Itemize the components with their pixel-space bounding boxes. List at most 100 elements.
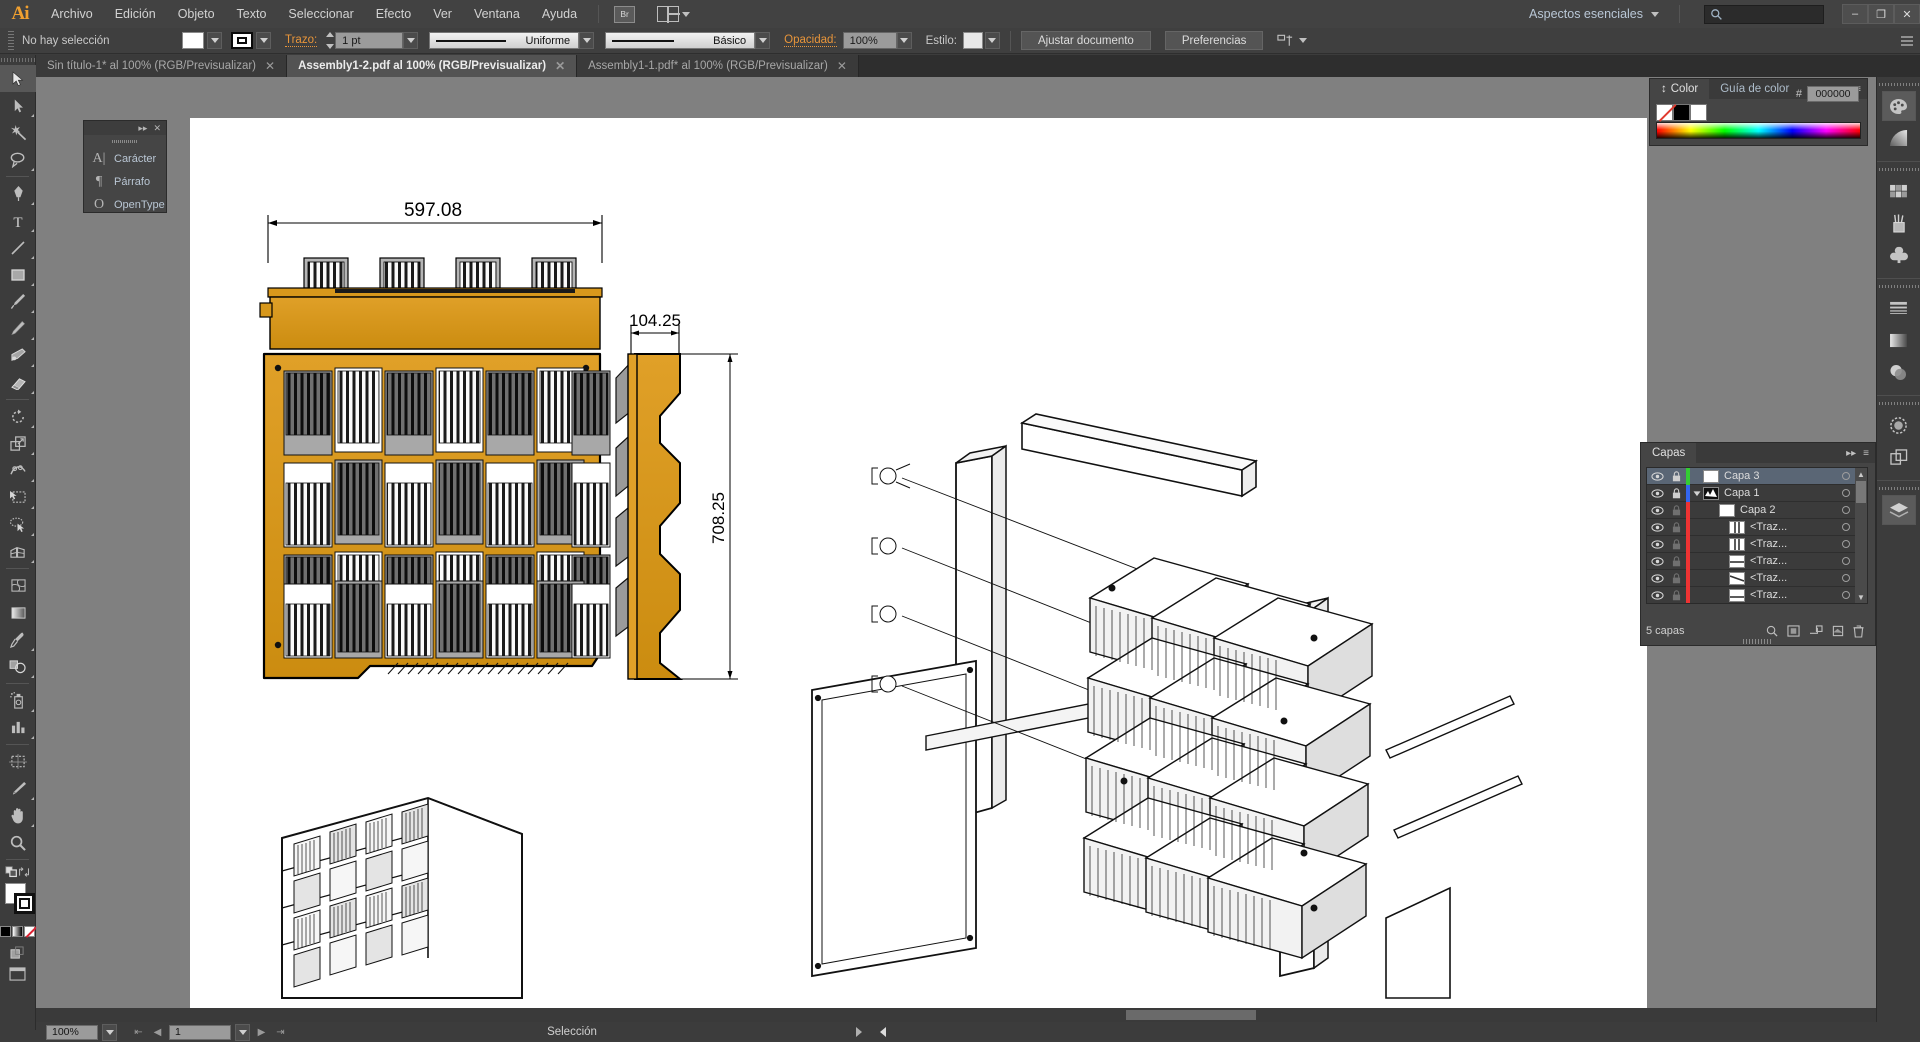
- document-setup-control[interactable]: [1277, 34, 1308, 48]
- document-tab-2[interactable]: Assembly1-1.pdf* al 100% (RGB/Previsuali…: [577, 55, 859, 77]
- canvas-horizontal-scrollbar[interactable]: [36, 1008, 1906, 1022]
- scroll-up-icon[interactable]: ▲: [1855, 468, 1867, 480]
- panel-resize-grip[interactable]: [1743, 639, 1773, 644]
- lock-toggle[interactable]: [1667, 504, 1686, 516]
- fit-document-button[interactable]: Ajustar documento: [1020, 31, 1151, 50]
- dock-grip[interactable]: [1877, 283, 1920, 290]
- lock-toggle[interactable]: [1667, 521, 1686, 533]
- lock-toggle[interactable]: [1667, 487, 1686, 499]
- layer-row-path-2[interactable]: <Traz...: [1647, 552, 1867, 570]
- visibility-toggle[interactable]: [1647, 590, 1667, 600]
- panel-item-parrafo[interactable]: ¶ Párrafo: [84, 170, 166, 193]
- status-menu-icon[interactable]: [856, 1027, 862, 1037]
- prev-page-icon[interactable]: ◀: [150, 1027, 165, 1038]
- color-guide-icon-button[interactable]: [1882, 123, 1916, 153]
- dock-grip[interactable]: [1877, 485, 1920, 492]
- delete-selection-icon[interactable]: [1853, 624, 1864, 638]
- zoom-level-input[interactable]: 100%: [46, 1024, 98, 1040]
- lock-toggle[interactable]: [1667, 470, 1686, 482]
- menu-ayuda[interactable]: Ayuda: [531, 0, 588, 28]
- type-tool[interactable]: T: [0, 207, 36, 234]
- drawing-modes[interactable]: [0, 940, 35, 960]
- lock-toggle[interactable]: [1667, 555, 1686, 567]
- width-profile-dropdown[interactable]: [579, 32, 595, 49]
- graphic-style-swatch[interactable]: [962, 32, 983, 49]
- layers-list[interactable]: Capa 3 Capa 1 Capa 2 <Traz... <Traz... <…: [1646, 467, 1868, 604]
- rotate-tool[interactable]: [0, 403, 36, 430]
- scrollbar-thumb[interactable]: [1856, 481, 1866, 503]
- symbol-sprayer-tool[interactable]: [0, 687, 36, 714]
- column-graph-tool[interactable]: [0, 714, 36, 741]
- layer-name[interactable]: <Traz...: [1750, 521, 1833, 533]
- collapse-icon[interactable]: ▸▸: [1846, 448, 1856, 459]
- appearance-icon-button[interactable]: [1882, 410, 1916, 440]
- create-new-layer-icon[interactable]: [1832, 625, 1844, 637]
- visibility-toggle[interactable]: [1647, 573, 1667, 583]
- rectangle-tool[interactable]: [0, 261, 36, 288]
- graphic-style-dropdown[interactable]: [984, 32, 1000, 49]
- scale-tool[interactable]: [0, 430, 36, 457]
- visibility-toggle[interactable]: [1647, 505, 1667, 515]
- layer-row-capa2[interactable]: Capa 2: [1647, 501, 1867, 519]
- status-display-label[interactable]: Selección: [292, 1026, 852, 1038]
- pencil-tool[interactable]: [0, 315, 36, 342]
- create-new-sublayer-icon[interactable]: [1809, 625, 1823, 637]
- screen-mode-button[interactable]: [0, 960, 35, 981]
- dock-grip[interactable]: [1877, 81, 1920, 88]
- layer-row-path-1[interactable]: <Traz...: [1647, 535, 1867, 553]
- search-input[interactable]: [1704, 4, 1824, 24]
- lock-toggle[interactable]: [1667, 538, 1686, 550]
- color-panel[interactable]: ↕ Color Guía de color ▸▸ ≡ # 000000: [1649, 78, 1868, 146]
- blob-brush-tool[interactable]: [0, 342, 36, 369]
- scrollbar-thumb[interactable]: [1126, 1010, 1256, 1020]
- close-button[interactable]: ✕: [1894, 4, 1920, 24]
- opacity-control[interactable]: 100%: [842, 32, 912, 49]
- bridge-icon[interactable]: Br: [614, 5, 636, 23]
- panel-item-caracter[interactable]: A| Carácter: [84, 147, 166, 170]
- none-button[interactable]: [24, 926, 35, 937]
- menu-efecto[interactable]: Efecto: [365, 0, 422, 28]
- variable-width-profile[interactable]: Uniforme: [429, 32, 595, 49]
- stroke-weight-dropdown[interactable]: [403, 32, 419, 49]
- dock-grip[interactable]: [1877, 166, 1920, 173]
- tab-guia-de-color[interactable]: Guía de color: [1709, 79, 1800, 99]
- layers-scrollbar[interactable]: ▲ ▼: [1855, 468, 1867, 603]
- control-bar-overflow[interactable]: [1900, 34, 1920, 48]
- gradient-icon-button[interactable]: [1882, 325, 1916, 355]
- magic-wand-tool[interactable]: [0, 119, 36, 146]
- stroke-weight-control[interactable]: 1 pt: [324, 32, 419, 49]
- color-spectrum-ramp[interactable]: [1656, 122, 1861, 139]
- close-icon[interactable]: ✕: [837, 59, 847, 73]
- visibility-toggle[interactable]: [1647, 488, 1667, 498]
- brush-definition-value[interactable]: Básico: [605, 32, 756, 49]
- first-page-icon[interactable]: ⇤: [131, 1027, 146, 1038]
- gradient-button[interactable]: [12, 926, 23, 937]
- close-icon[interactable]: ✕: [153, 123, 161, 134]
- artboard-tool[interactable]: [0, 748, 36, 775]
- zoom-tool[interactable]: [0, 829, 36, 856]
- layer-name[interactable]: <Traz...: [1750, 555, 1833, 567]
- fill-stroke-indicator[interactable]: [0, 881, 36, 923]
- expand-toggle[interactable]: [1690, 490, 1703, 497]
- gradient-tool[interactable]: [0, 599, 36, 626]
- menu-edicion[interactable]: Edición: [104, 0, 167, 28]
- close-icon[interactable]: ✕: [265, 59, 275, 73]
- opacity-value[interactable]: 100%: [842, 32, 897, 49]
- stroke-swatch[interactable]: [231, 32, 253, 49]
- blend-tool[interactable]: [0, 653, 36, 680]
- preferences-button[interactable]: Preferencias: [1164, 31, 1264, 50]
- restore-button[interactable]: ❐: [1868, 4, 1894, 24]
- lock-toggle[interactable]: [1667, 589, 1686, 601]
- tab-capas[interactable]: Capas: [1641, 443, 1697, 463]
- hex-color-field[interactable]: # 000000: [1796, 86, 1859, 102]
- page-number-input[interactable]: 1: [169, 1024, 231, 1040]
- last-page-icon[interactable]: ⇥: [273, 1027, 288, 1038]
- menu-texto[interactable]: Texto: [226, 0, 278, 28]
- minimize-button[interactable]: –: [1842, 4, 1868, 24]
- make-clipping-mask-icon[interactable]: [1787, 625, 1800, 637]
- hex-value-input[interactable]: 000000: [1807, 86, 1859, 102]
- menu-ventana[interactable]: Ventana: [463, 0, 531, 28]
- menu-seleccionar[interactable]: Seleccionar: [277, 0, 364, 28]
- control-bar-grip[interactable]: [8, 30, 14, 51]
- layer-row-path-0[interactable]: <Traz...: [1647, 518, 1867, 536]
